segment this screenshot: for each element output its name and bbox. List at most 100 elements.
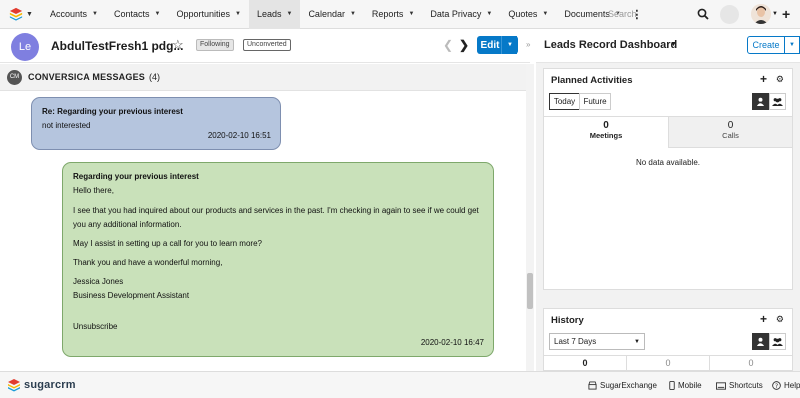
footer: sugarcrm SugarExchange Mobile Shortcuts … [0, 371, 800, 398]
tab-label: Accounts [50, 9, 88, 19]
link-label: Help [784, 381, 800, 390]
svg-text:?: ? [775, 383, 778, 390]
tab-data-privacy[interactable]: Data Privacy ▼ [422, 0, 500, 29]
tab-label: Opportunities [176, 9, 230, 19]
tab-label: Data Privacy [430, 9, 482, 19]
my-items-person-icon[interactable] [752, 333, 769, 350]
signature-title: Business Development Assistant [73, 291, 190, 300]
tab-label: Reports [371, 9, 404, 19]
gear-icon[interactable]: ⚙ [776, 74, 784, 85]
meetings-count: 0 [603, 120, 609, 131]
favorite-star-icon[interactable]: ☆ [172, 37, 184, 53]
create-button[interactable]: Create [747, 36, 785, 54]
subpanel-header[interactable]: CM CONVERSICA MESSAGES (4) [0, 64, 526, 91]
store-icon [588, 381, 597, 390]
subpanel-title: CONVERSICA MESSAGES [28, 72, 145, 82]
dashlet-title: Planned Activities [551, 75, 633, 86]
sugarcrm-logo[interactable]: sugarcrm [7, 378, 76, 392]
record-title: AbdulTestFresh1 pdg... [51, 39, 184, 53]
tab-label: Quotes [508, 9, 538, 19]
quick-create-plus-icon[interactable]: + [782, 6, 790, 22]
message-timestamp: 2020-02-10 16:51 [207, 131, 271, 140]
chevron-down-icon: ▼ [542, 11, 549, 17]
dashboard-title[interactable]: Leads Record Dashboard [544, 39, 677, 51]
date-range-value: Last 7 Days [554, 337, 597, 346]
message-subject: Regarding your previous interest [73, 172, 199, 181]
brand-name: sugarcrm [24, 379, 76, 391]
group-icon [772, 338, 783, 346]
person-icon [756, 337, 765, 346]
team-items-group-icon[interactable] [769, 333, 786, 350]
incoming-message-bubble: Re: Regarding your previous interest not… [31, 97, 281, 150]
content-scrollbar[interactable] [526, 64, 534, 371]
tab-label: Contacts [113, 9, 150, 19]
edit-label: Edit [480, 39, 500, 51]
outgoing-message-bubble: Regarding your previous interest Hello t… [62, 162, 494, 357]
tab-calls[interactable]: 0 Calls [668, 117, 792, 148]
unsubscribe-text: Unsubscribe [73, 322, 118, 331]
record-avatar: Le [11, 33, 39, 61]
record-header: Le AbdulTestFresh1 pdg... ☆ Following Un… [0, 29, 530, 63]
chevron-down-icon: ▼ [26, 10, 33, 18]
notifications-avatar[interactable] [720, 5, 739, 24]
search-icon[interactable] [697, 8, 709, 20]
mobile-phone-icon [669, 381, 675, 390]
history-counts: 0 0 0 [544, 355, 792, 371]
help-icon: ? [772, 381, 781, 390]
next-record-icon[interactable]: ❯ [459, 38, 469, 52]
dashlet-title: History [551, 315, 584, 326]
shortcuts-link[interactable]: Shortcuts [716, 381, 763, 390]
tab-contacts[interactable]: Contacts ▼ [106, 0, 168, 29]
keyboard-icon [716, 381, 726, 390]
user-avatar[interactable] [751, 4, 771, 24]
gear-icon[interactable]: ⚙ [776, 314, 784, 325]
tab-reports[interactable]: Reports ▼ [364, 0, 422, 29]
sugarexchange-link[interactable]: SugarExchange [588, 381, 657, 390]
my-items-person-icon[interactable] [752, 93, 769, 110]
chevron-down-icon: ▼ [507, 42, 513, 48]
create-dropdown[interactable]: ▼ [784, 36, 800, 54]
empty-state-text: No data available. [635, 158, 701, 167]
add-icon[interactable]: + [760, 312, 767, 326]
scrollbar-thumb[interactable] [527, 273, 533, 309]
tab-accounts[interactable]: Accounts ▼ [42, 0, 106, 29]
link-label: SugarExchange [600, 381, 657, 390]
mobile-link[interactable]: Mobile [669, 381, 702, 390]
chevron-down-icon[interactable]: ▼ [772, 11, 778, 17]
tab-label: Leads [256, 9, 282, 19]
meetings-label: Meetings [589, 131, 623, 140]
history-count[interactable]: 0 [544, 356, 626, 371]
app-menu-button[interactable]: ▼ [0, 0, 42, 29]
edit-actions-dropdown[interactable]: ▼ [501, 36, 518, 54]
help-link[interactable]: ? Help [772, 381, 800, 390]
history-count[interactable]: 0 [709, 356, 792, 371]
person-icon [756, 97, 765, 106]
team-items-group-icon[interactable] [769, 93, 786, 110]
link-label: Mobile [678, 381, 702, 390]
signature-name: Jessica Jones [73, 277, 124, 286]
add-icon[interactable]: + [760, 72, 767, 86]
status-badge: Unconverted [243, 39, 291, 51]
user-photo-icon [751, 4, 771, 24]
previous-record-icon[interactable]: ❮ [443, 38, 453, 52]
message-paragraph: Thank you and have a wonderful morning, [73, 258, 223, 267]
tab-opportunities[interactable]: Opportunities ▼ [168, 0, 248, 29]
collapse-dashboard-icon[interactable]: » [526, 40, 530, 49]
message-subject: Re: Regarding your previous interest [42, 107, 183, 116]
future-toggle[interactable]: Future [579, 93, 611, 110]
chevron-down-icon: ▼ [789, 42, 795, 48]
group-icon [772, 98, 783, 106]
chevron-down-icon: ▼ [154, 11, 161, 17]
tab-quotes[interactable]: Quotes ▼ [500, 0, 556, 29]
date-range-select[interactable]: Last 7 Days ▼ [549, 333, 645, 350]
chevron-down-icon: ▼ [286, 11, 293, 17]
tab-meetings[interactable]: 0 Meetings [544, 117, 668, 148]
chevron-down-icon[interactable]: ▼ [670, 41, 677, 48]
tab-leads[interactable]: Leads ▼ [248, 0, 301, 29]
calls-count: 0 [727, 120, 734, 131]
tab-calendar[interactable]: Calendar ▼ [300, 0, 363, 29]
today-toggle[interactable]: Today [549, 93, 580, 110]
chevron-down-icon: ▼ [349, 11, 356, 17]
following-badge[interactable]: Following [196, 39, 234, 51]
history-count[interactable]: 0 [626, 356, 709, 371]
